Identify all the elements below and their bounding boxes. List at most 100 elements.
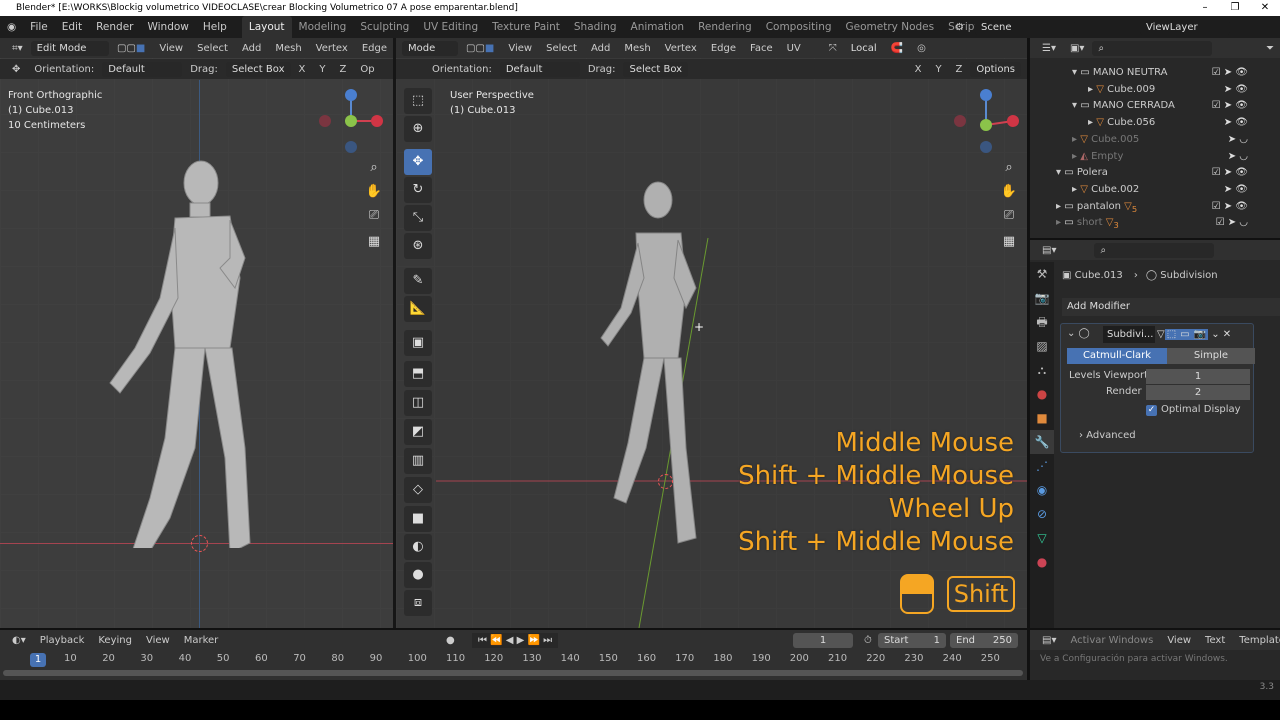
zoom-icon[interactable]: ⌕	[999, 158, 1019, 178]
expand-arrow-icon[interactable]: ▾	[1056, 167, 1061, 178]
tab-rendering[interactable]: Rendering	[691, 16, 759, 38]
expand-arrow-icon[interactable]: ▸	[1088, 117, 1093, 128]
object-tab-icon[interactable]: ■	[1030, 406, 1054, 430]
add-cube-tool-icon[interactable]: ▣	[404, 330, 432, 356]
render-levels-field[interactable]: 2	[1146, 385, 1250, 400]
menu-mesh[interactable]: Mesh	[269, 41, 307, 56]
menu-help[interactable]: Help	[196, 16, 234, 38]
outliner-row[interactable]: ▸ ◭ Empty ➤ ◡	[1032, 148, 1254, 165]
maximize-button[interactable]: ❐	[1220, 0, 1250, 16]
outliner-row[interactable]: ▾ ▭ MANO CERRADA ☑ ➤ 👁	[1032, 97, 1254, 114]
axis-x[interactable]: X	[293, 62, 312, 77]
transform-tool-icon[interactable]: ⊛	[404, 233, 432, 259]
outliner-row[interactable]: ▾ ▭ MANO NEUTRA ☑ ➤ 👁	[1032, 64, 1254, 81]
visibility-toggles[interactable]: ☑ ➤ 👁	[1212, 164, 1248, 181]
visibility-toggles[interactable]: ➤ ◡	[1228, 131, 1248, 148]
expand-arrow-icon[interactable]: ▸	[1056, 201, 1061, 212]
output-tab-icon[interactable]: 🖶	[1030, 310, 1054, 334]
add-modifier-button[interactable]: Add Modifier	[1062, 298, 1280, 316]
rotate-tool-icon[interactable]: ↻	[404, 177, 432, 203]
tab-texture-paint[interactable]: Texture Paint	[485, 16, 567, 38]
close-button[interactable]: ✕	[1250, 0, 1280, 16]
expand-arrow-icon[interactable]: ▾	[1072, 67, 1077, 78]
end-frame-field[interactable]: End 250	[950, 632, 1018, 648]
select-mode-icons[interactable]: ▢▢■	[111, 41, 151, 56]
expand-arrow-icon[interactable]: ▸	[1072, 134, 1077, 145]
annotate-tool-icon[interactable]: ✎	[404, 268, 432, 294]
visibility-toggles[interactable]: ➤ ◡	[1228, 148, 1248, 165]
playback-controls[interactable]: ⏮ ⏪ ◀ ▶ ⏩ ⏭	[472, 632, 559, 648]
scene-tab-icon[interactable]: ⛬	[1030, 358, 1054, 382]
editor-type-icon[interactable]: ⌗▾	[6, 41, 29, 56]
tab-compositing[interactable]: Compositing	[759, 16, 839, 38]
tool-tab-icon[interactable]: ⚒	[1030, 262, 1054, 286]
menu-view[interactable]: View	[153, 41, 189, 56]
left-viewport[interactable]: ⌗▾ Edit Mode ▢▢■ View Select Add Mesh Ve…	[0, 38, 393, 628]
collapse-icon[interactable]: ⌄ ◯	[1067, 328, 1090, 339]
menu-render[interactable]: Render	[89, 16, 140, 38]
perspective-grid-icon[interactable]: ▦	[999, 232, 1019, 252]
navigation-gizmo[interactable]	[310, 83, 390, 158]
camera-icon[interactable]: ⎚	[999, 206, 1019, 226]
pan-hand-icon[interactable]: ✋	[999, 182, 1019, 202]
expand-arrow-icon[interactable]: ▸	[1088, 84, 1093, 95]
menu-edit[interactable]: Edit	[55, 16, 89, 38]
knife-tool-icon[interactable]: ◇	[404, 477, 432, 503]
menu-file[interactable]: File	[23, 16, 55, 38]
view-layer-selector[interactable]: ViewLayer	[1140, 19, 1230, 35]
material-tab-icon[interactable]: ●	[1030, 550, 1054, 574]
drag-dropdown[interactable]: Select Box	[225, 61, 291, 77]
optimal-display-checkbox[interactable]: ✓	[1146, 405, 1157, 416]
outliner-row[interactable]: ▸ ▭ pantalon ▽5 ☑ ➤ 👁	[1032, 198, 1254, 215]
mode-selector[interactable]: Edit Mode	[30, 40, 110, 56]
record-icon[interactable]: ●	[440, 633, 461, 648]
pan-hand-icon[interactable]: ✋	[364, 182, 384, 202]
menu-view[interactable]: View	[140, 633, 176, 648]
orientation-dropdown[interactable]: Default	[102, 61, 183, 77]
properties-search[interactable]: ⌕	[1094, 242, 1215, 258]
move-tool-icon[interactable]: ✥	[404, 149, 432, 175]
view-layer-tab-icon[interactable]: ▨	[1030, 334, 1054, 358]
scene-selector[interactable]: Scene	[975, 19, 1075, 35]
expand-arrow-icon[interactable]: ▸	[1072, 151, 1077, 162]
frame-ruler[interactable]: 10 20 30 40 50 60 70 80 90 100 110 120 130 140 150 160 1…	[0, 652, 1027, 668]
menu-keying[interactable]: Keying	[92, 633, 138, 648]
properties-type-icon[interactable]: ▤▾	[1036, 243, 1062, 258]
outliner-row[interactable]: ▸ ▽ Cube.005 ➤ ◡	[1032, 131, 1254, 148]
start-frame-field[interactable]: Start 1	[878, 632, 946, 648]
catmull-clark-button[interactable]: Catmull-Clark	[1067, 348, 1167, 364]
measure-tool-icon[interactable]: 📐	[404, 296, 432, 322]
simple-button[interactable]: Simple	[1167, 348, 1255, 364]
menu-select[interactable]: Select	[191, 41, 234, 56]
outliner-type-icon[interactable]: ☰▾	[1036, 41, 1062, 56]
expand-arrow-icon[interactable]: ▾	[1072, 100, 1077, 111]
tab-shading[interactable]: Shading	[567, 16, 624, 38]
smooth-tool-icon[interactable]: ●	[404, 562, 432, 588]
blender-logo-icon[interactable]: ◉	[0, 16, 23, 38]
menu-templates[interactable]: Templates	[1233, 633, 1280, 648]
zoom-icon[interactable]: ⌕	[364, 158, 384, 178]
timeline-scrollbar[interactable]	[3, 670, 1023, 676]
physics-tab-icon[interactable]: ◉	[1030, 478, 1054, 502]
menu-view[interactable]: View	[1161, 633, 1197, 648]
expand-arrow-icon[interactable]: ▸	[1072, 184, 1077, 195]
data-tab-icon[interactable]: ▽	[1030, 526, 1054, 550]
tab-animation[interactable]: Animation	[624, 16, 692, 38]
menu-add[interactable]: Add	[236, 41, 267, 56]
3d-cursor[interactable]	[658, 474, 673, 489]
tab-geometry-nodes[interactable]: Geometry Nodes	[839, 16, 942, 38]
display-mode-icon[interactable]: ▣▾	[1064, 41, 1090, 56]
tab-uv-editing[interactable]: UV Editing	[416, 16, 485, 38]
render-tab-icon[interactable]: 📷	[1030, 286, 1054, 310]
stopwatch-icon[interactable]: ⏱	[858, 633, 878, 648]
text-editor-type-icon[interactable]: ▤▾	[1036, 633, 1062, 648]
outliner-row[interactable]: ▾ ▭ Polera ☑ ➤ 👁	[1032, 164, 1254, 181]
axis-y[interactable]: Y	[313, 62, 331, 77]
options-button[interactable]: Op	[354, 62, 380, 77]
spin-tool-icon[interactable]: ◐	[404, 534, 432, 560]
visibility-toggles[interactable]: ☑ ➤ 👁	[1212, 198, 1248, 215]
extrude-tool-icon[interactable]: ⬒	[404, 361, 432, 387]
3d-cursor[interactable]	[191, 535, 208, 552]
cursor-tool-icon[interactable]: ⊕	[404, 116, 432, 142]
poly-build-tool-icon[interactable]: ■	[404, 506, 432, 532]
